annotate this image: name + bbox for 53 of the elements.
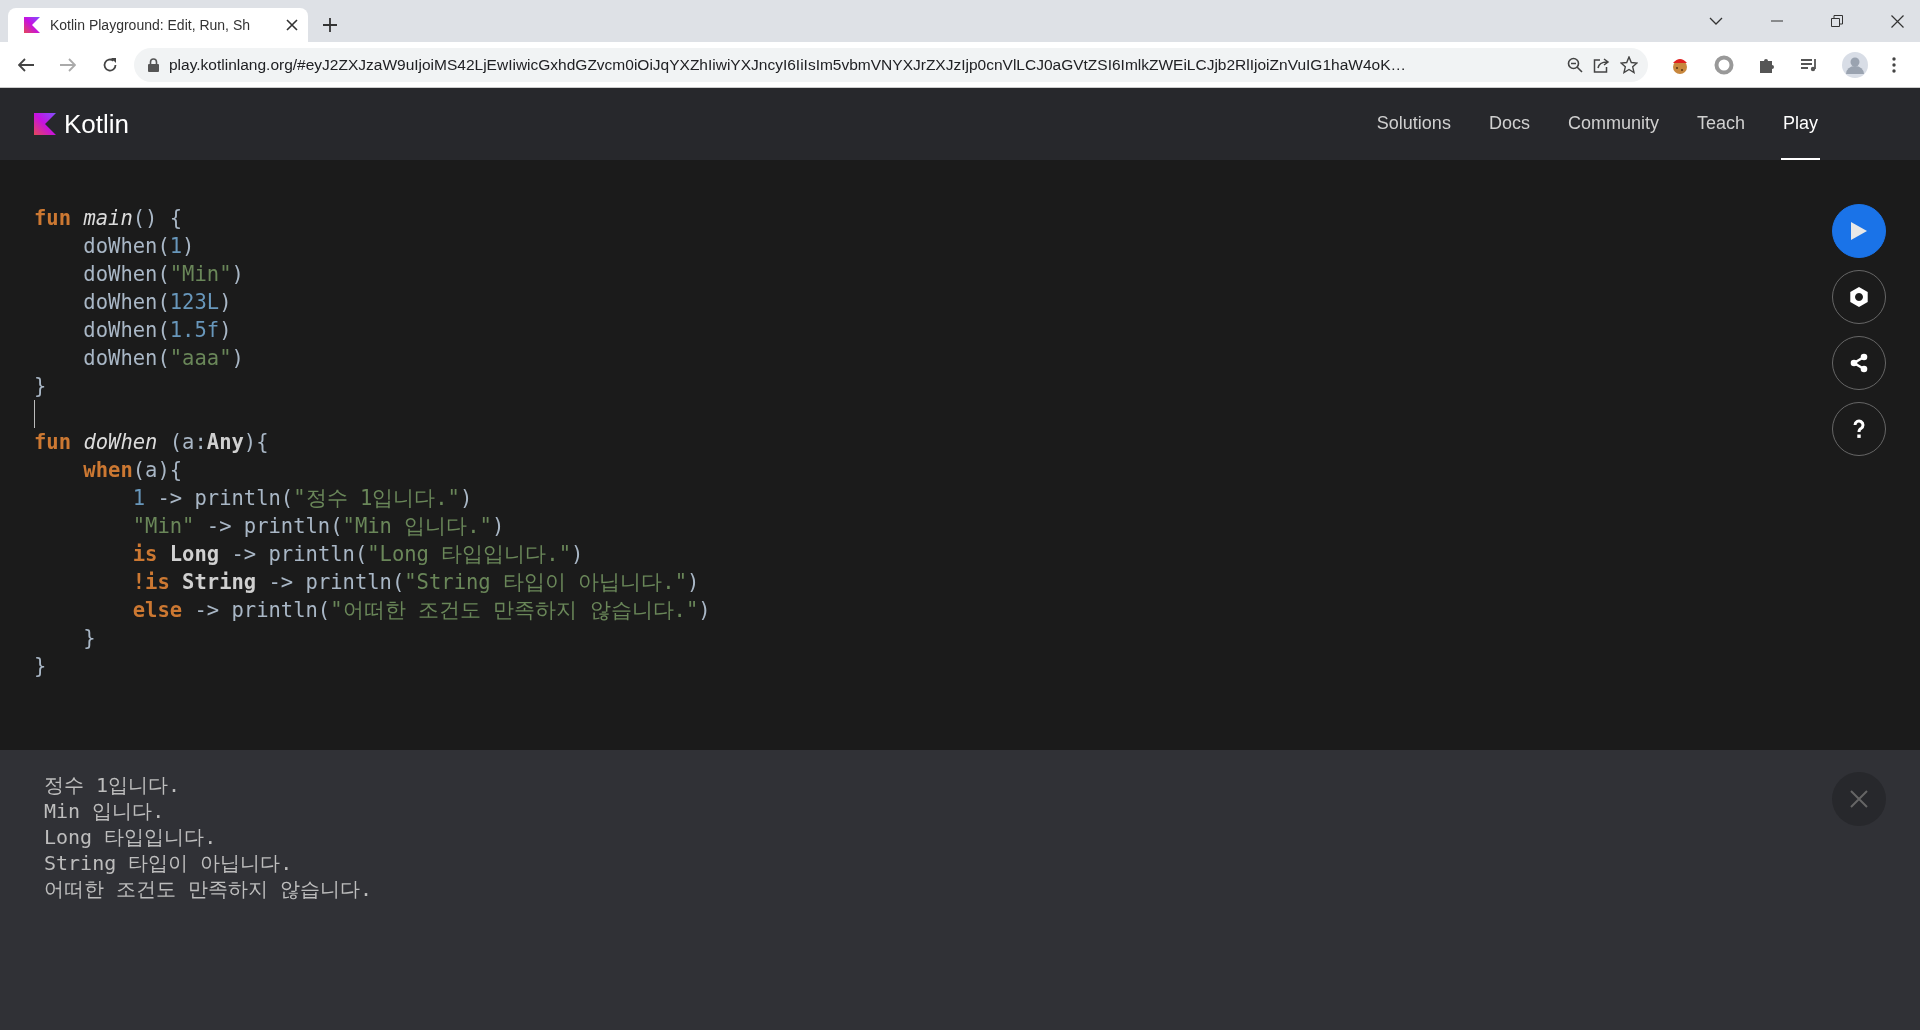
output-line: Min 입니다. <box>44 798 165 824</box>
output-line: Long 타입입니다. <box>44 824 217 850</box>
help-icon <box>1853 419 1865 439</box>
nav-link[interactable]: Docs <box>1486 88 1532 160</box>
zoom-out-icon[interactable] <box>1567 56 1583 73</box>
code-line: } <box>82 625 96 652</box>
code-line: } <box>34 373 47 400</box>
back-arrow-icon[interactable] <box>18 57 34 72</box>
play-icon <box>1850 221 1868 241</box>
new-tab-icon[interactable] <box>323 18 337 32</box>
reload-icon[interactable] <box>102 56 118 73</box>
close-icon[interactable] <box>1891 14 1904 28</box>
close-icon[interactable] <box>286 19 298 31</box>
code-line: !is String -> println("String 타입이 아닙니다.") <box>131 569 700 596</box>
kotlin-logo-icon <box>24 17 40 33</box>
browser-tab[interactable]: Kotlin Playground: Edit, Run, Sh <box>8 8 308 42</box>
nav-link[interactable]: Teach <box>1694 88 1747 160</box>
output-line: String 타입이 아닙니다. <box>44 850 293 876</box>
avatar-icon[interactable] <box>1842 51 1868 78</box>
share-icon <box>1850 353 1868 373</box>
code-line: "Min" -> println("Min 입니다.") <box>131 513 505 540</box>
code-line: else -> println("어떠한 조건도 만족하지 않습니다.") <box>131 597 711 624</box>
chevron-down-icon[interactable] <box>1709 17 1723 25</box>
share-icon[interactable] <box>1593 56 1610 73</box>
nav-link[interactable]: Community <box>1565 88 1661 160</box>
tab-title: Kotlin Playground: Edit, Run, Sh <box>50 15 251 35</box>
code-line: 1 -> println("정수 1입니다.") <box>131 485 473 512</box>
restore-icon[interactable] <box>1831 15 1843 27</box>
hexagon-nut-icon <box>1850 287 1868 307</box>
code-line: fun doWhen (a:Any){ <box>34 429 269 456</box>
code-line: } <box>34 653 47 680</box>
code-line: when(a){ <box>82 457 183 484</box>
playlist-icon[interactable] <box>1800 56 1818 73</box>
menu-icon[interactable] <box>1892 56 1896 73</box>
code-line: is Long -> println("Long 타입입니다.") <box>131 541 584 568</box>
code-line: doWhen("Min") <box>82 261 244 288</box>
output-line: 정수 1입니다. <box>44 772 181 798</box>
run-button[interactable] <box>1832 204 1886 258</box>
nav-link[interactable]: Solutions <box>1374 88 1453 160</box>
code-line: doWhen(1) <box>82 233 195 260</box>
code-line: doWhen("aaa") <box>82 345 244 372</box>
address-bar[interactable]: play.kotlinlang.org/#eyJ2ZXJzaW9uIjoiMS42LjEwIiwicGxhdGZvcm0iOiJqYXZhIiwiYXJncyI6IiIsIm5vbmVNYXJrZXJzIjp0cnVlLCJ0aGVtZSI6ImlkZWEiLCJjb2RlIjoiZnVuIG1haW4oK… <box>134 47 1648 82</box>
close-icon <box>1850 790 1868 808</box>
code-line: doWhen(1.5f) <box>82 317 232 344</box>
brand-name[interactable]: Kotlin <box>64 104 130 144</box>
circle-icon[interactable] <box>1714 54 1734 75</box>
code-line: fun main() { <box>34 205 183 232</box>
star-icon[interactable] <box>1620 55 1638 74</box>
url-text: play.kotlinlang.org/#eyJ2ZXJzaW9uIjoiMS42LjEwIiwicGxhdGZvcm0iOiJqYXZhIiwiYXJncyI6IiIsIm5vbmVNYXJrZXJzIjp0cnVlLCJ0aGVtZSI6ImlkZWEiLCJjb2RlIjoiZnVuIG1haW4oK… <box>169 54 1407 75</box>
output-line: 어떠한 조건도 만족하지 않습니다. <box>44 876 373 902</box>
lock-icon <box>148 57 159 72</box>
kotlin-logo-icon[interactable] <box>34 113 56 135</box>
code-line: doWhen(123L) <box>82 289 232 316</box>
